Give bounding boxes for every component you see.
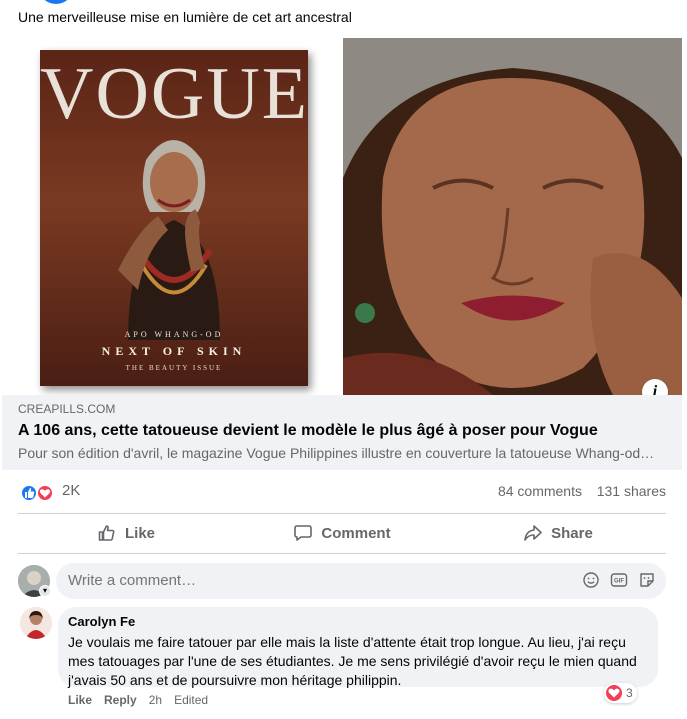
cover-name-line: APO WHANG-OD bbox=[124, 330, 224, 339]
gif-icon[interactable]: GIF bbox=[610, 571, 628, 589]
reaction-icons[interactable] bbox=[18, 483, 58, 503]
link-domain: CREAPILLS.COM bbox=[18, 402, 116, 416]
comment-like-link[interactable]: Like bbox=[68, 693, 92, 707]
reaction-stats-bar: 2K 84 comments 131 shares bbox=[18, 480, 668, 504]
love-reaction-icon bbox=[606, 685, 622, 701]
like-button[interactable]: Like bbox=[18, 515, 234, 551]
share-label: Share bbox=[551, 524, 593, 542]
comments-count[interactable]: 84 comments bbox=[498, 483, 582, 499]
post-image[interactable]: VOGUE APO WHANG-OD NEXT OF SKIN THE BEAU… bbox=[2, 38, 682, 405]
comment-label: Comment bbox=[321, 524, 391, 542]
comment-reactions[interactable]: 3 bbox=[604, 683, 637, 703]
divider bbox=[18, 513, 666, 514]
post-text: Une merveilleuse mise en lumière de cet … bbox=[18, 9, 352, 25]
commenter-avatar[interactable] bbox=[20, 607, 52, 639]
link-title[interactable]: A 106 ans, cette tatoueuse devient le mo… bbox=[18, 422, 598, 440]
comment-button[interactable]: Comment bbox=[234, 515, 450, 551]
comment-bubble-icon bbox=[294, 525, 313, 541]
comment-composer: ▾ GIF bbox=[18, 563, 666, 599]
vogue-cover: VOGUE APO WHANG-OD NEXT OF SKIN THE BEAU… bbox=[40, 50, 308, 386]
comment-input[interactable] bbox=[56, 563, 666, 599]
cover-portrait-illustration bbox=[118, 140, 220, 340]
comment-edited-label: Edited bbox=[174, 693, 209, 707]
comment-timestamp[interactable]: 2h bbox=[149, 693, 162, 707]
thumbs-up-icon bbox=[98, 525, 115, 541]
gif-icon-label: GIF bbox=[614, 579, 624, 585]
link-description: Pour son édition d'avril, le magazine Vo… bbox=[18, 445, 655, 461]
sticker-icon[interactable] bbox=[638, 571, 656, 589]
comment-author[interactable]: Carolyn Fe bbox=[68, 614, 648, 629]
chevron-down-icon[interactable]: ▾ bbox=[39, 585, 51, 597]
action-bar: Like Comment Share bbox=[18, 515, 666, 553]
comment-bubble: Carolyn Fe Je voulais me faire tatouer p… bbox=[58, 607, 658, 688]
cover-headline: NEXT OF SKIN bbox=[101, 344, 247, 358]
comment-text: Je voulais me faire tatouer par elle mai… bbox=[68, 634, 637, 688]
love-reaction-icon bbox=[36, 484, 54, 502]
vogue-cover-panel: VOGUE APO WHANG-OD NEXT OF SKIN THE BEAU… bbox=[2, 38, 342, 395]
comment-meta: Like Reply 2h Edited bbox=[68, 693, 208, 707]
comment-reply-link[interactable]: Reply bbox=[104, 693, 137, 707]
share-arrow-icon bbox=[524, 525, 542, 541]
composer-tools: GIF bbox=[582, 571, 656, 591]
like-label: Like bbox=[124, 524, 155, 542]
closeup-portrait-photo bbox=[343, 38, 682, 395]
cover-issue-line: THE BEAUTY ISSUE bbox=[125, 364, 223, 372]
emoji-icon[interactable] bbox=[582, 571, 600, 589]
shares-count[interactable]: 131 shares bbox=[597, 483, 666, 499]
link-preview[interactable]: CREAPILLS.COM A 106 ans, cette tatoueuse… bbox=[2, 395, 682, 470]
page-avatar[interactable] bbox=[38, 0, 74, 4]
share-button[interactable]: Share bbox=[450, 515, 666, 551]
reaction-count[interactable]: 2K bbox=[62, 482, 80, 499]
divider bbox=[18, 553, 666, 554]
comment-reaction-count: 3 bbox=[626, 686, 633, 700]
